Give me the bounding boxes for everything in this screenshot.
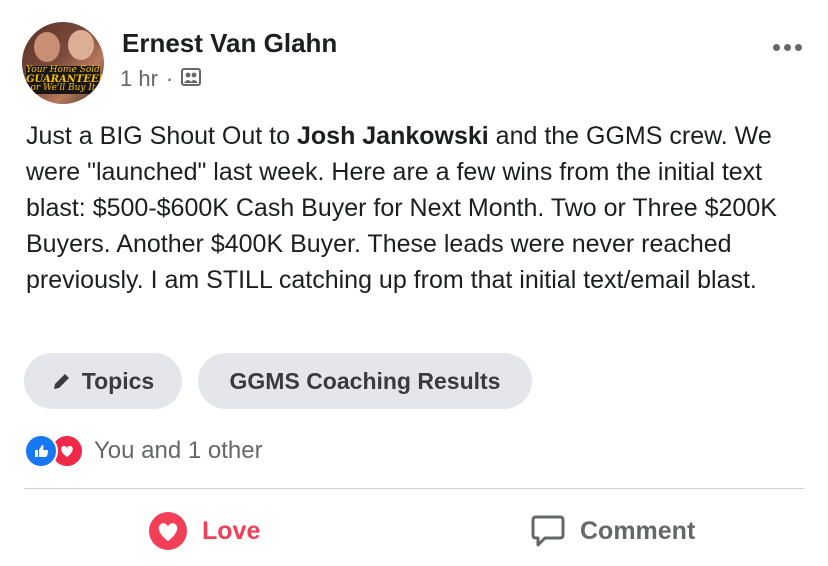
avatar-face-right [68,30,94,60]
love-button[interactable]: Love [148,508,260,554]
post-meta: 1 hr · [120,66,202,92]
author-name[interactable]: Ernest Van Glahn [122,28,337,59]
reactions-summary[interactable]: You and 1 other [24,434,263,468]
topics-button[interactable]: Topics [24,353,182,409]
post-body-text-1: Just a BIG Shout Out to [26,122,297,150]
comment-button[interactable]: Comment [530,508,695,554]
reactions-text: You and 1 other [94,437,263,464]
meta-separator: · [165,66,174,91]
post-time[interactable]: 1 hr [120,66,158,92]
avatar-logo-line3: or We'll Buy It [30,83,96,93]
pencil-icon [53,374,69,389]
more-options-button[interactable] [773,44,802,51]
more-dot [784,44,791,51]
comment-label: Comment [580,516,696,545]
topic-chip-label: GGMS Coaching Results [229,367,501,394]
author-avatar[interactable]: Your Home Sold GUARANTEED or We'll Buy I… [22,22,104,104]
tagged-person-link[interactable]: Josh Jankowski [297,122,489,150]
love-label: Love [202,516,261,545]
avatar-face-left [34,32,60,62]
post-body: Just a BIG Shout Out to Josh Jankowski a… [26,118,816,298]
topics-label: Topics [81,367,155,394]
avatar-logo-band: Your Home Sold GUARANTEED or We'll Buy I… [26,66,104,94]
group-icon [181,66,202,92]
more-dot [795,44,802,51]
more-dot [773,44,780,51]
divider [24,488,804,489]
comment-icon [531,515,565,547]
like-reaction-icon [24,434,58,468]
heart-icon [149,512,187,550]
topic-chip[interactable]: GGMS Coaching Results [198,353,532,409]
